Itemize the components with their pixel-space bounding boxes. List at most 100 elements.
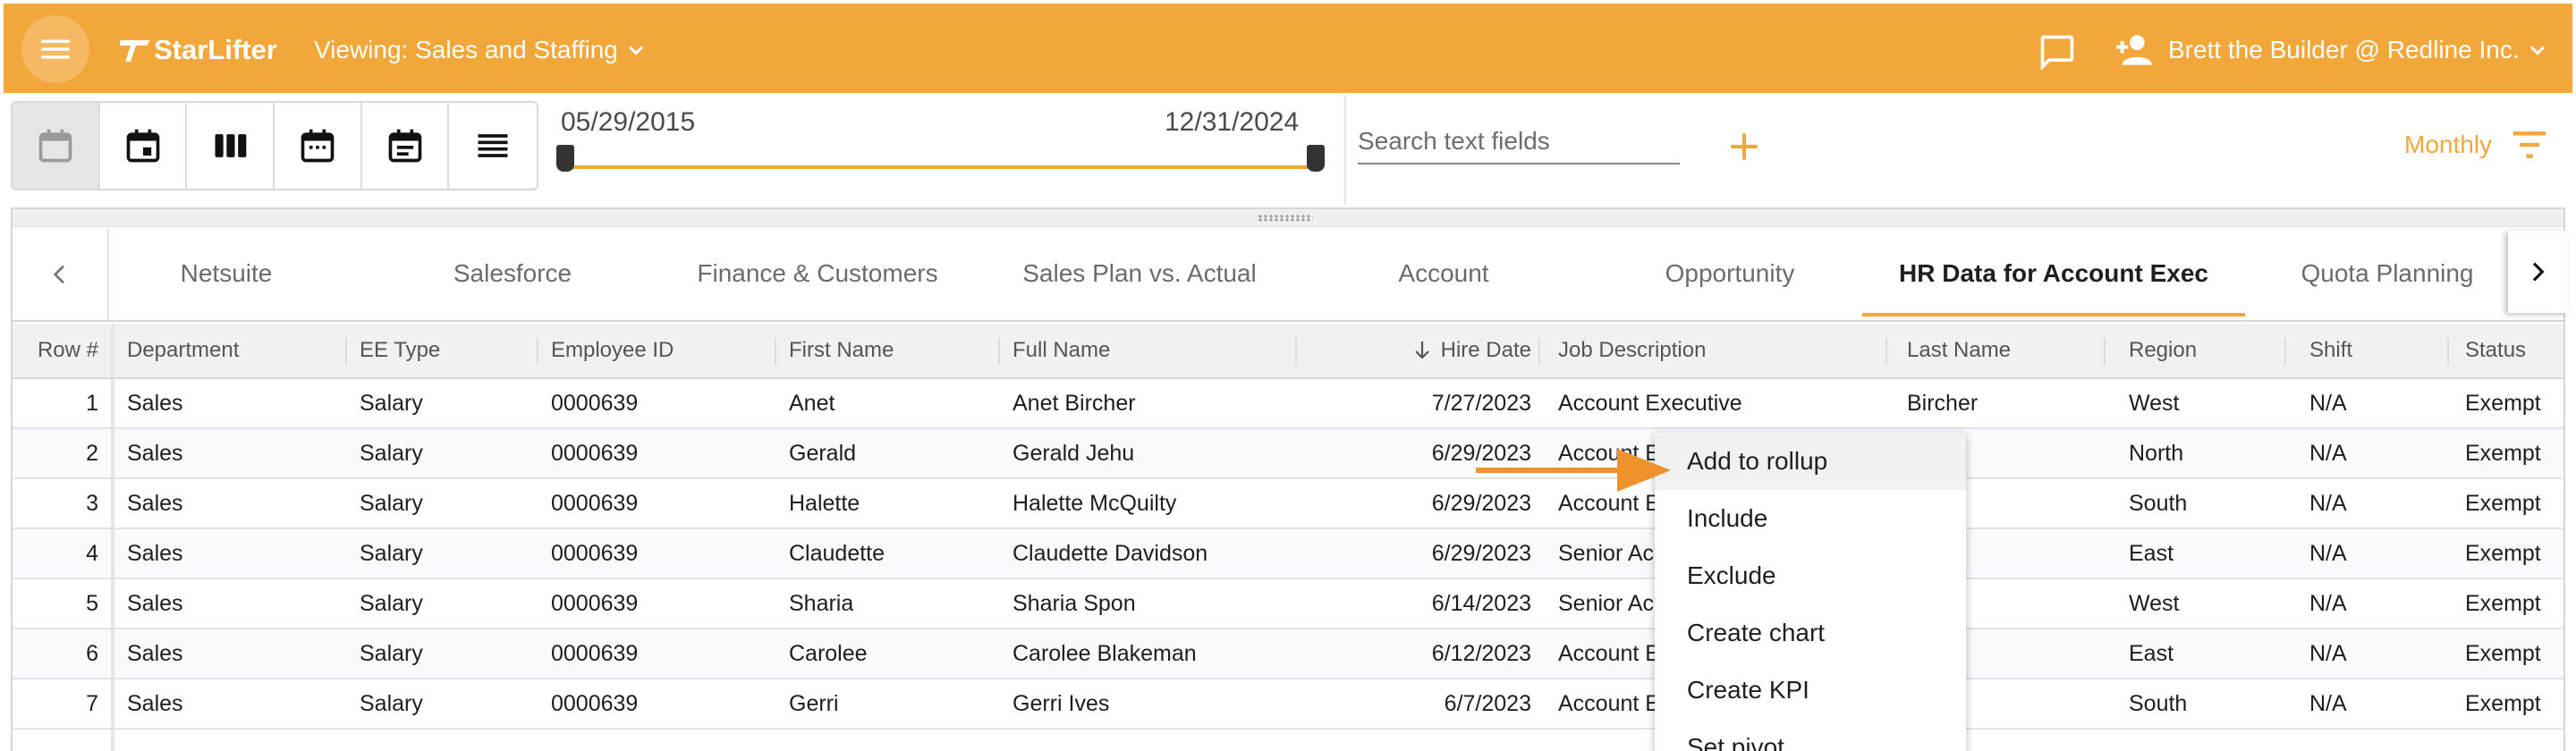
menu-button[interactable] (21, 15, 89, 83)
column-resize-handle[interactable] (998, 338, 1000, 365)
cell-hire-date[interactable]: 6/14/2023 (1311, 579, 1531, 628)
cell-shift[interactable]: N/A (2309, 579, 2453, 628)
column-header-region[interactable]: Region (2129, 324, 2290, 377)
cell-full-name[interactable]: Claudette Davidson (1013, 529, 1290, 578)
cell-status[interactable]: Exempt (2465, 579, 2555, 628)
cell-hire-date[interactable]: 6/29/2023 (1311, 529, 1531, 578)
cell-ee-type[interactable]: Salary (360, 479, 538, 527)
column-header-full-name[interactable]: Full Name (1013, 324, 1290, 377)
cell-status[interactable]: Exempt (2465, 629, 2555, 678)
table-row[interactable]: 4 Sales Salary 0000639 Claudette Claudette Da… (13, 529, 2563, 579)
column-resize-handle[interactable] (345, 338, 347, 365)
period-selector[interactable]: Monthly (2404, 127, 2549, 163)
cell-row-number[interactable]: 2 (13, 429, 98, 477)
cell-shift[interactable]: N/A (2309, 479, 2453, 527)
cell-region[interactable]: South (2129, 479, 2290, 527)
cell-department[interactable]: Sales (127, 579, 342, 628)
column-resize-handle[interactable] (2104, 338, 2106, 365)
cell-status[interactable]: Exempt (2465, 379, 2555, 427)
view-agenda-button[interactable] (362, 103, 450, 189)
cell-status[interactable]: Exempt (2465, 479, 2555, 527)
table-row[interactable]: 7 Sales Salary 0000639 Gerri Gerri Ives 6/7/20… (13, 679, 2563, 730)
cell-department[interactable]: Sales (127, 629, 342, 678)
cell-shift[interactable]: N/A (2309, 679, 2453, 728)
tab-opportunity[interactable]: Opportunity (1623, 229, 1837, 318)
column-resize-handle[interactable] (2284, 338, 2286, 365)
column-header-last-name[interactable]: Last Name (1907, 324, 2113, 377)
menu-item-add-to-rollup[interactable]: Add to rollup (1655, 433, 1966, 490)
cell-employee-id[interactable]: 0000639 (551, 479, 775, 527)
range-end-handle[interactable] (1307, 145, 1325, 172)
cell-status[interactable]: Exempt (2465, 429, 2555, 477)
cell-region[interactable]: North (2129, 429, 2290, 477)
cell-department[interactable]: Sales (127, 429, 342, 477)
cell-department[interactable]: Sales (127, 529, 342, 578)
menu-item-include[interactable]: Include (1655, 490, 1966, 547)
cell-full-name[interactable]: Gerald Jehu (1013, 429, 1290, 477)
date-range-slider[interactable] (564, 165, 1318, 169)
cell-job-description[interactable]: Account Executive (1558, 379, 1880, 427)
cell-department[interactable]: Sales (127, 679, 342, 728)
cell-region[interactable]: East (2129, 529, 2290, 578)
tab-salesforce[interactable]: Salesforce (397, 229, 628, 318)
cell-status[interactable]: Exempt (2465, 529, 2555, 578)
column-header-ee-type[interactable]: EE Type (360, 324, 538, 377)
cell-shift[interactable]: N/A (2309, 429, 2453, 477)
column-header-row-number[interactable]: Row # (13, 324, 98, 377)
column-header-job-description[interactable]: Job Description (1558, 324, 1880, 377)
cell-full-name[interactable]: Sharia Spon (1013, 579, 1290, 628)
view-columns-button[interactable] (187, 103, 275, 189)
cell-status[interactable]: Exempt (2465, 679, 2555, 728)
cell-region[interactable]: South (2129, 679, 2290, 728)
cell-row-number[interactable]: 5 (13, 579, 98, 628)
column-header-first-name[interactable]: First Name (789, 324, 995, 377)
cell-shift[interactable]: N/A (2309, 529, 2453, 578)
menu-item-exclude[interactable]: Exclude (1655, 547, 1966, 604)
search-input[interactable] (1358, 123, 1680, 159)
chat-icon[interactable] (2038, 32, 2077, 72)
drag-handle-icon[interactable] (1258, 215, 1313, 222)
cell-ee-type[interactable]: Salary (360, 579, 538, 628)
column-resize-handle[interactable] (1295, 338, 1297, 365)
cell-employee-id[interactable]: 0000639 (551, 529, 775, 578)
tabs-scroll-right-button[interactable] (2508, 231, 2567, 313)
cell-first-name[interactable]: Carolee (789, 629, 995, 678)
column-resize-handle[interactable] (2447, 338, 2449, 365)
cell-department[interactable]: Sales (127, 479, 342, 527)
cell-employee-id[interactable]: 0000639 (551, 679, 775, 728)
cell-employee-id[interactable]: 0000639 (551, 429, 775, 477)
cell-first-name[interactable]: Anet (789, 379, 995, 427)
column-resize-handle[interactable] (537, 338, 538, 365)
cell-first-name[interactable]: Gerald (789, 429, 995, 477)
app-logo[interactable]: StarLifter (118, 30, 277, 70)
table-row[interactable]: 6 Sales Salary 0000639 Carolee Carolee Blakem… (13, 629, 2563, 679)
menu-item-create-kpi[interactable]: Create KPI (1655, 662, 1966, 719)
cell-employee-id[interactable]: 0000639 (551, 629, 775, 678)
cell-first-name[interactable]: Sharia (789, 579, 995, 628)
cell-ee-type[interactable]: Salary (360, 679, 538, 728)
table-row[interactable]: 1 Sales Salary 0000639 Anet Anet Bircher 7/27/… (13, 379, 2563, 429)
cell-region[interactable]: East (2129, 629, 2290, 678)
table-row[interactable]: 5 Sales Salary 0000639 Sharia Sharia Spon 6/14… (13, 579, 2563, 629)
cell-shift[interactable]: N/A (2309, 379, 2453, 427)
range-start-handle[interactable] (556, 145, 574, 172)
tab-account[interactable]: Account (1345, 229, 1542, 318)
user-menu[interactable]: Brett the Builder @ Redline Inc. (2113, 30, 2550, 70)
cell-first-name[interactable]: Halette (789, 479, 995, 527)
cell-full-name[interactable]: Gerri Ives (1013, 679, 1290, 728)
table-row[interactable]: 2 Sales Salary 0000639 Gerald Gerald Jehu 6/29… (13, 429, 2563, 479)
cell-row-number[interactable]: 7 (13, 679, 98, 728)
menu-item-create-chart[interactable]: Create chart (1655, 604, 1966, 662)
cell-hire-date[interactable]: 6/7/2023 (1311, 679, 1531, 728)
cell-region[interactable]: West (2129, 579, 2290, 628)
cell-row-number[interactable]: 6 (13, 629, 98, 678)
cell-hire-date[interactable]: 6/12/2023 (1311, 629, 1531, 678)
column-header-hire-date[interactable]: Hire Date (1311, 324, 1531, 377)
cell-row-number[interactable]: 3 (13, 479, 98, 527)
tab-sales-plan-vs-actual[interactable]: Sales Plan vs. Actual (996, 229, 1283, 318)
cell-full-name[interactable]: Anet Bircher (1013, 379, 1290, 427)
cell-department[interactable]: Sales (127, 379, 342, 427)
view-day-button[interactable] (100, 103, 188, 189)
table-row[interactable]: 3 Sales Salary 0000639 Halette Halette McQuil… (13, 479, 2563, 529)
cell-full-name[interactable]: Halette McQuilty (1013, 479, 1290, 527)
